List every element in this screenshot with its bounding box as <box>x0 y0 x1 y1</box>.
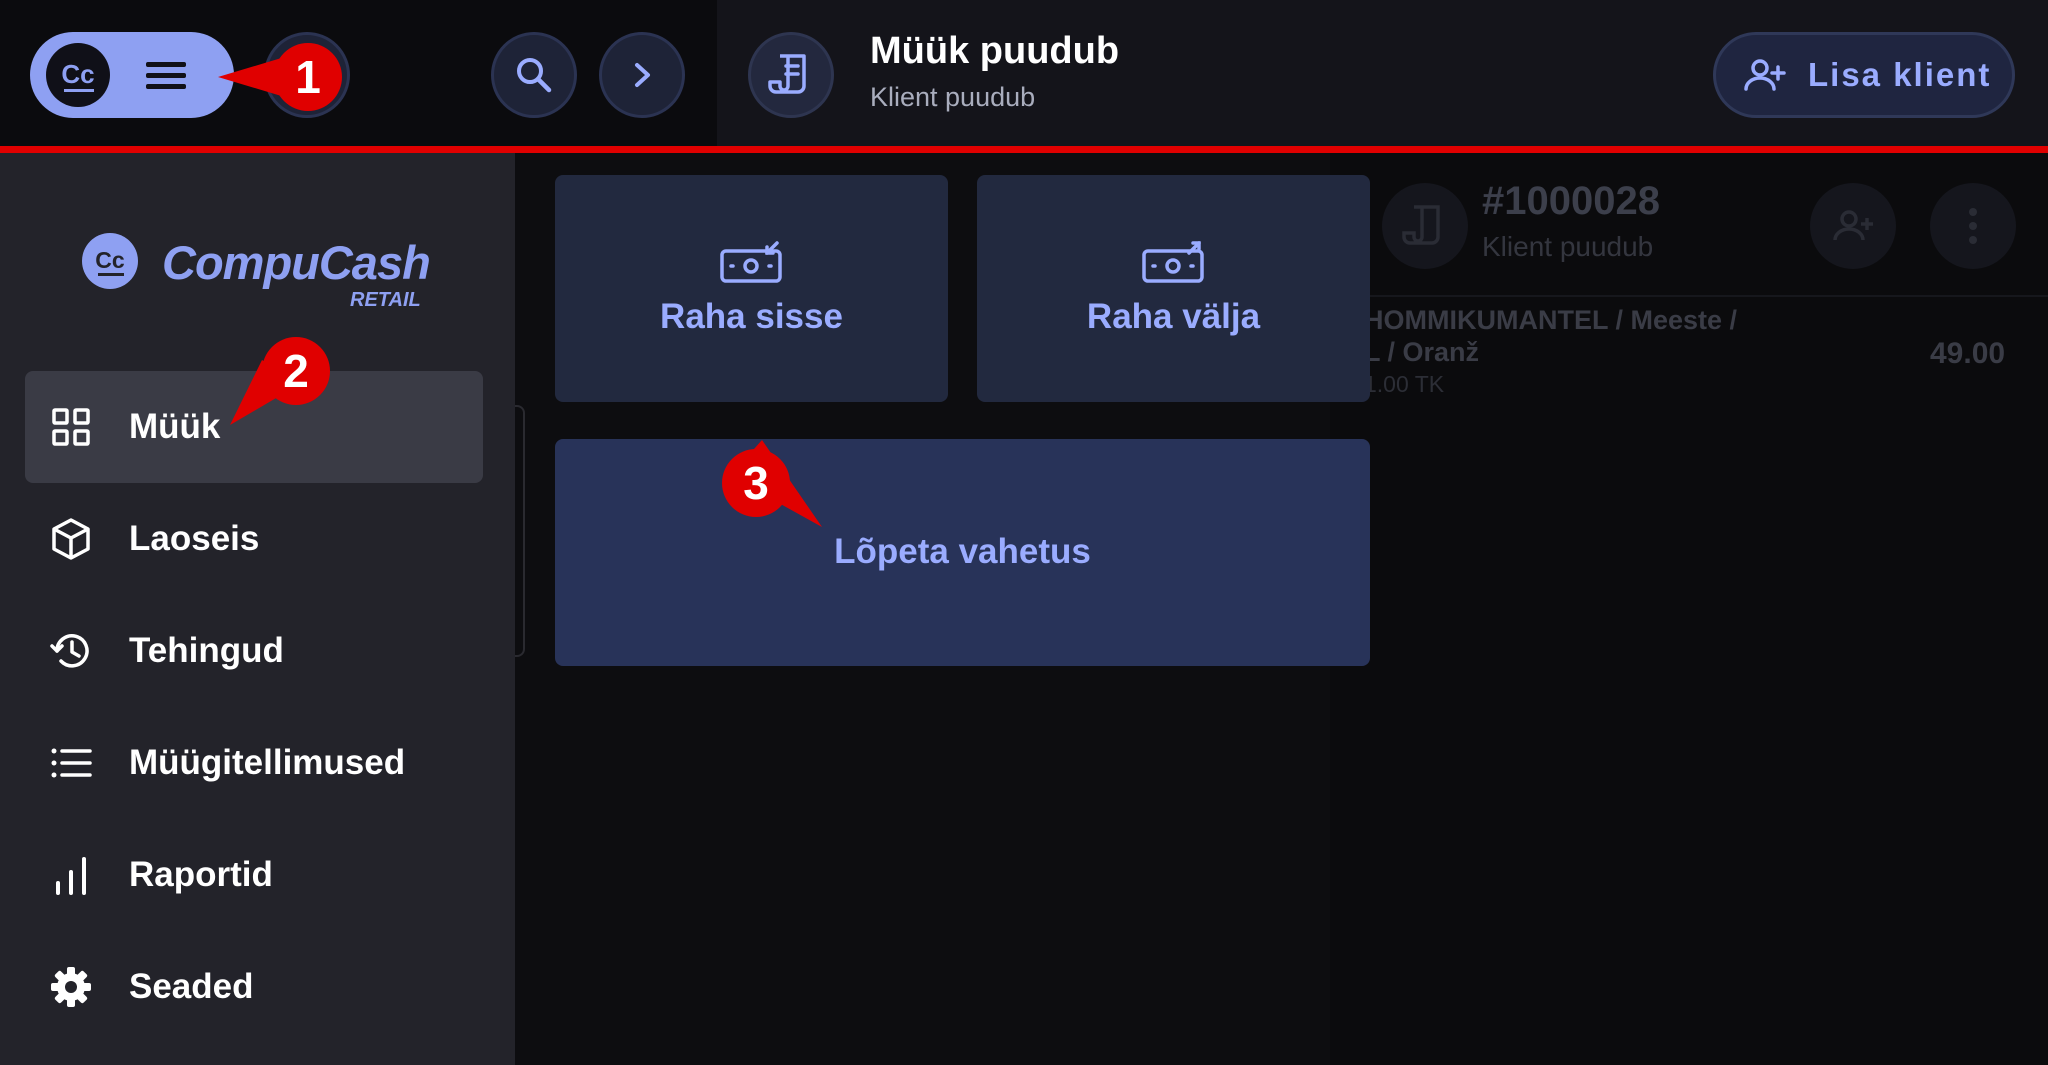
order-divider <box>1330 295 2048 297</box>
annotation-red-line <box>0 146 2048 153</box>
cash-in-label: Raha sisse <box>660 297 843 336</box>
sidebar: Cc CompuCash RETAIL Müük Laoseis Tehingu… <box>0 153 515 1065</box>
box-icon <box>52 518 90 560</box>
more-vertical-icon <box>1969 208 1977 244</box>
add-client-button[interactable]: Lisa klient <box>1713 32 2015 118</box>
add-user-icon <box>1833 210 1873 241</box>
forward-button[interactable] <box>599 32 685 118</box>
svg-text:Cc: Cc <box>61 59 94 89</box>
history-icon <box>50 634 89 668</box>
svg-text:Cc: Cc <box>95 247 125 273</box>
sidebar-item-inventory[interactable]: Laoseis <box>25 483 483 595</box>
search-button[interactable] <box>491 32 577 118</box>
sidebar-item-transactions[interactable]: Tehingud <box>25 595 483 707</box>
sale-receipt-button[interactable] <box>748 32 834 118</box>
bar-chart-icon <box>56 857 86 895</box>
add-user-icon <box>1744 59 1786 91</box>
order-client: Klient puudub <box>1482 231 1654 262</box>
brand-logo: Cc CompuCash RETAIL <box>82 233 442 313</box>
order-item-variant: L / Oranž <box>1364 337 1480 367</box>
sidebar-item-label: Tehingud <box>129 631 284 670</box>
compucash-logo-icon: Cc <box>82 233 138 289</box>
cash-out-icon <box>1142 241 1204 283</box>
order-item-name: HOMMIKUMANTEL / Meeste / <box>1364 305 1738 335</box>
chevron-right-icon <box>635 63 650 87</box>
background-card-edge <box>515 405 525 657</box>
annotation-callout-1: 1 <box>274 43 342 111</box>
gear-icon <box>51 967 91 1007</box>
grid-icon <box>52 408 90 446</box>
end-shift-tile[interactable]: Lõpeta vahetus <box>555 439 1370 666</box>
order-panel: #1000028 Klient puudub HOMMIKUMANTEL / M… <box>1330 153 2048 1065</box>
search-icon <box>517 58 552 93</box>
order-receipt-icon <box>1382 183 1468 269</box>
order-more-button[interactable] <box>1930 183 2016 269</box>
cash-out-tile[interactable]: Raha välja <box>977 175 1370 402</box>
sidebar-item-label: Seaded <box>129 967 254 1006</box>
sale-title: Müük puudub <box>870 30 1120 72</box>
annotation-callout-3: 3 <box>722 449 790 517</box>
order-item-quantity: 1.00 TK <box>1364 371 1445 397</box>
menu-toggle-button[interactable]: Cc <box>30 32 234 118</box>
sidebar-item-label: Laoseis <box>129 519 260 558</box>
brand-tagline: RETAIL <box>350 289 421 311</box>
sidebar-item-label: Müügitellimused <box>129 743 406 782</box>
add-client-label: Lisa klient <box>1808 56 1992 93</box>
compucash-logo-icon: Cc <box>46 43 110 107</box>
list-icon <box>51 748 92 778</box>
cash-in-tile[interactable]: Raha sisse <box>555 175 948 402</box>
sale-client-subtitle: Klient puudub <box>870 82 1036 112</box>
order-number: #1000028 <box>1482 179 1660 223</box>
annotation-callout-2: 2 <box>262 337 330 405</box>
sidebar-item-sales-orders[interactable]: Müügitellimused <box>25 707 483 819</box>
brand-name: CompuCash <box>162 236 431 289</box>
cash-out-label: Raha välja <box>1086 297 1261 336</box>
receipt-icon <box>768 54 806 94</box>
sidebar-item-label: Raportid <box>129 855 273 894</box>
sidebar-item-settings[interactable]: Seaded <box>25 931 483 1043</box>
order-add-client-button[interactable] <box>1810 183 1896 269</box>
hamburger-icon <box>146 62 186 90</box>
sidebar-item-label: Müük <box>129 407 221 446</box>
sidebar-item-sales[interactable]: Müük <box>25 371 483 483</box>
top-bar-left: Cc <box>0 0 717 146</box>
sidebar-item-reports[interactable]: Raportid <box>25 819 483 931</box>
cash-in-icon <box>720 241 782 283</box>
order-item-price: 49.00 <box>1930 337 2006 370</box>
end-shift-label: Lõpeta vahetus <box>834 532 1091 571</box>
